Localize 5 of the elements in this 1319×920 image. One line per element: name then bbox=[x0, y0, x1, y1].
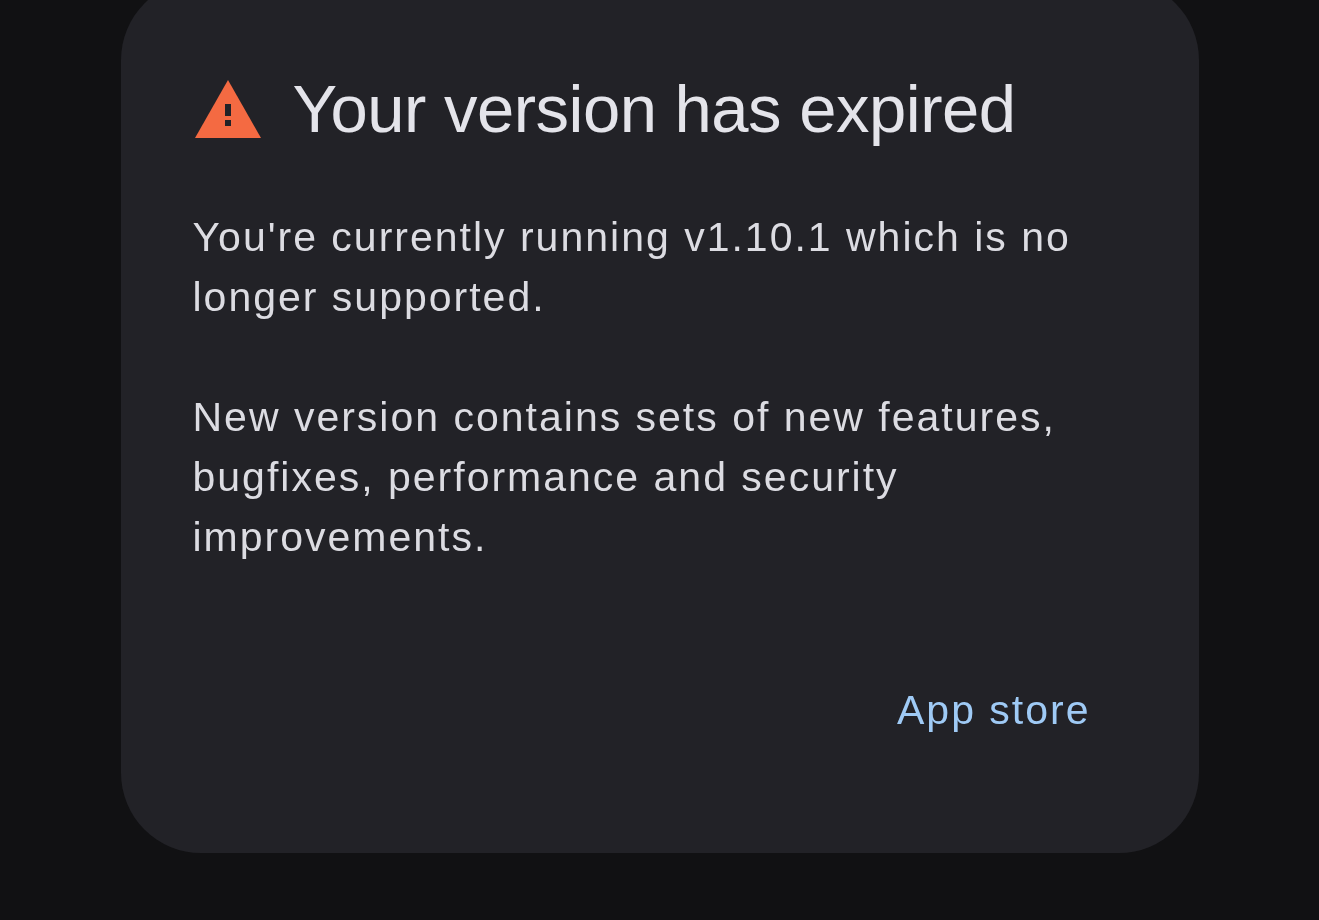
dialog-message: You're currently running v1.10.1 which is no longer supported. bbox=[192, 213, 1072, 322]
app-store-button[interactable]: App store bbox=[873, 674, 1115, 746]
warning-icon bbox=[194, 80, 261, 138]
dialog-message: New version contains sets of new features, bugfixes, performance and security improvements. bbox=[192, 393, 1057, 562]
dialog-title: Your version has expired bbox=[292, 72, 1016, 146]
